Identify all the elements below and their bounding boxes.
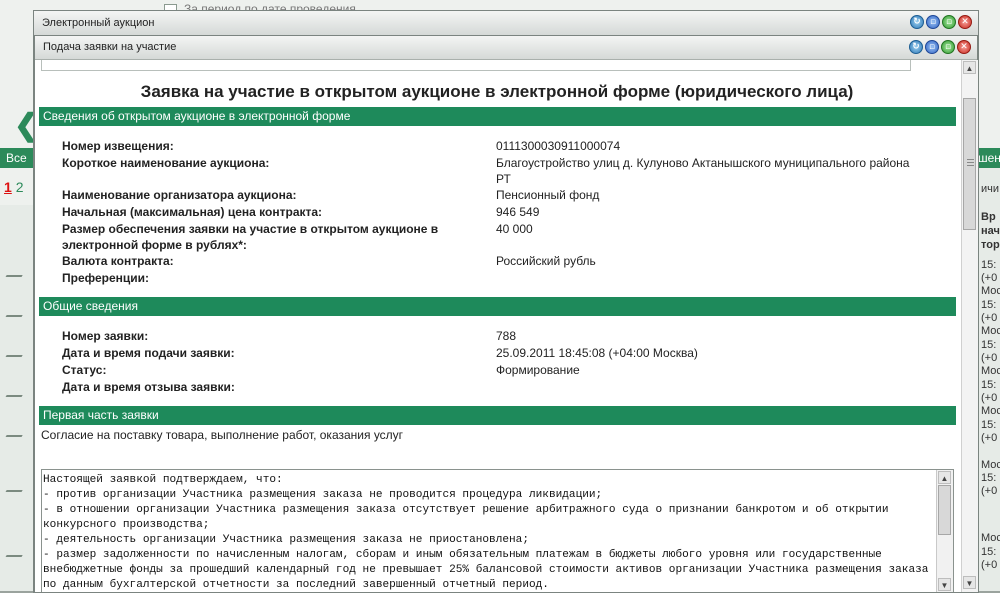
- page-link-2[interactable]: 2: [16, 179, 24, 195]
- window-controls: ↻ ▫ ▫ ✕: [910, 15, 972, 29]
- consent-textarea[interactable]: Настоящей заявкой подтверждаем, что: - п…: [41, 469, 954, 592]
- background-text: Мос: [981, 365, 1000, 377]
- initial-price: 946 549: [496, 205, 540, 219]
- maximize-icon[interactable]: ▫: [942, 15, 956, 29]
- notice-number: 0111300030911000074: [496, 139, 621, 153]
- background-text: 15:: [981, 299, 997, 311]
- edit-icon[interactable]: [5, 480, 29, 492]
- header-box: [41, 60, 911, 71]
- field-label: Дата и время отзыва заявки:: [62, 380, 235, 394]
- field-label: Валюта контракта:: [62, 254, 174, 268]
- background-text: (+0: [981, 272, 998, 284]
- edit-icon[interactable]: [5, 385, 29, 397]
- background-text: 15:: [981, 472, 997, 484]
- background-text: Вр: [981, 211, 996, 223]
- auction-window-titlebar[interactable]: Электронный аукцион ↻ ▫ ▫ ✕: [34, 11, 978, 36]
- background-text: Мос: [981, 325, 1000, 337]
- status-value: Формирование: [496, 363, 580, 377]
- background-text: 15:: [981, 339, 997, 351]
- scroll-thumb[interactable]: [963, 98, 976, 230]
- application-window: Подача заявки на участие ↻ ▫ ▫ ✕ Заявка …: [34, 35, 978, 593]
- field-label: Начальная (максимальная) цена контракта:: [62, 205, 323, 219]
- background-text: ичи: [981, 183, 1000, 195]
- close-icon[interactable]: ✕: [958, 15, 972, 29]
- field-label: Преференции:: [62, 271, 150, 285]
- background-text: (+0: [981, 485, 998, 497]
- section-general-info: Общие сведения: [39, 297, 956, 316]
- maximize-icon[interactable]: ▫: [941, 40, 955, 54]
- page-title: Заявка на участие в открытом аукционе в …: [140, 82, 854, 101]
- background-text: Мос: [981, 459, 1000, 471]
- scroll-up-icon[interactable]: ▲: [938, 471, 951, 484]
- background-text: Мос: [981, 532, 1000, 544]
- edit-icon[interactable]: [5, 545, 29, 557]
- background-text: 15:: [981, 419, 997, 431]
- field-label: Номер извещения:: [62, 139, 174, 153]
- restore-icon[interactable]: ▫: [926, 15, 940, 29]
- refresh-icon[interactable]: ↻: [909, 40, 923, 54]
- scroll-down-icon[interactable]: ▼: [938, 578, 951, 591]
- background-text: нач: [981, 225, 1000, 237]
- background-text: тор: [981, 239, 1000, 251]
- field-label: Номер заявки:: [62, 329, 149, 343]
- edit-icon[interactable]: [5, 345, 29, 357]
- consent-scrollbar[interactable]: ▲ ▼: [936, 470, 953, 592]
- background-text: (+0: [981, 432, 998, 444]
- application-window-titlebar[interactable]: Подача заявки на участие ↻ ▫ ▫ ✕: [35, 36, 977, 60]
- background-text: 15:: [981, 259, 997, 271]
- section-first-part: Первая часть заявки: [39, 406, 956, 425]
- auction-window-title: Электронный аукцион: [42, 17, 155, 29]
- thumb-grip: [967, 159, 974, 160]
- field-label: Короткое наименование аукциона:: [62, 156, 270, 170]
- window-controls: ↻ ▫ ▫ ✕: [909, 40, 971, 54]
- background-text: (+0: [981, 392, 998, 404]
- application-number: 788: [496, 329, 517, 343]
- background-row-icons: [0, 205, 35, 591]
- submission-datetime: 25.09.2011 18:45:08 (+04:00 Москва): [496, 346, 698, 360]
- scroll-down-icon[interactable]: ▼: [963, 576, 976, 589]
- tab-all[interactable]: Все: [0, 148, 34, 168]
- consent-text: Настоящей заявкой подтверждаем, что: - п…: [43, 474, 929, 591]
- edit-icon[interactable]: [5, 305, 29, 317]
- thumb-grip: [967, 165, 974, 166]
- field-label: Наименование организатора аукциона:: [62, 188, 297, 202]
- application-form: Заявка на участие в открытом аукционе в …: [35, 60, 959, 592]
- close-icon[interactable]: ✕: [957, 40, 971, 54]
- field-label: Дата и время подачи заявки:: [62, 346, 235, 360]
- background-text: (+0: [981, 312, 998, 324]
- pagination: 12: [4, 179, 24, 195]
- edit-icon[interactable]: [5, 425, 29, 437]
- edit-icon[interactable]: [5, 265, 29, 277]
- scroll-thumb[interactable]: [938, 485, 951, 535]
- background-right-tab: шен: [978, 148, 1000, 168]
- contract-currency: Российский рубль: [496, 254, 596, 268]
- thumb-grip: [967, 162, 974, 163]
- field-label: Статус:: [62, 363, 107, 377]
- organizer-name: Пенсионный фонд: [496, 188, 600, 202]
- scroll-up-icon[interactable]: ▲: [963, 61, 976, 74]
- page-link-1[interactable]: 1: [4, 179, 12, 195]
- field-label: Размер обеспечения заявки на участие в о…: [62, 222, 439, 252]
- application-window-title: Подача заявки на участие: [43, 41, 177, 53]
- consent-label: Согласие на поставку товара, выполнение …: [41, 428, 404, 442]
- auction-short-name: Благоустройство улиц д. Кулуново Актаныш…: [496, 156, 910, 186]
- section-auction-info: Сведения об открытом аукционе в электрон…: [39, 107, 956, 126]
- refresh-icon[interactable]: ↻: [910, 15, 924, 29]
- form-scrollbar[interactable]: ▲ ▼: [961, 60, 978, 592]
- background-text: (+0: [981, 559, 998, 571]
- background-text: Мос: [981, 405, 1000, 417]
- background-text: (+0: [981, 352, 998, 364]
- background-text: 15:: [981, 546, 997, 558]
- background-text: 15:: [981, 379, 997, 391]
- background-text: Мос: [981, 285, 1000, 297]
- bid-security-amount: 40 000: [496, 222, 533, 236]
- restore-icon[interactable]: ▫: [925, 40, 939, 54]
